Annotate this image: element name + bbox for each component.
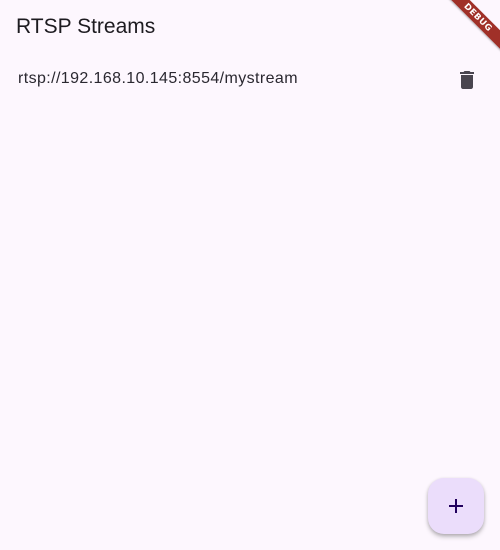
page-title: RTSP Streams: [16, 15, 156, 38]
trash-icon: [460, 71, 474, 89]
stream-url: rtsp://192.168.10.145:8554/mystream: [18, 70, 298, 87]
add-stream-button[interactable]: [428, 478, 484, 534]
delete-button[interactable]: [447, 60, 487, 100]
list-item[interactable]: rtsp://192.168.10.145:8554/mystream: [0, 58, 500, 102]
plus-icon: [449, 499, 463, 513]
app-bar: RTSP Streams: [0, 0, 500, 56]
